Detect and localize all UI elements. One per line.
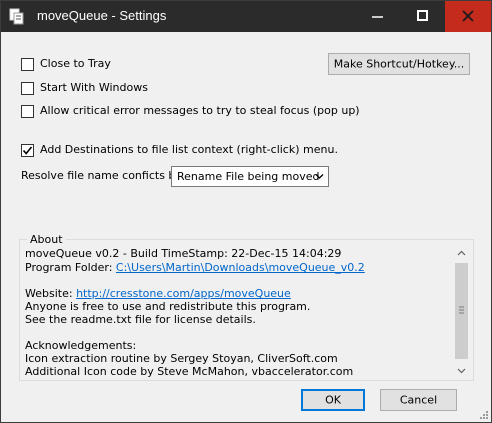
about-textbox[interactable]: moveQueue v0.2 - Build TimeStamp: 22-Dec…: [23, 245, 471, 379]
scroll-up-button[interactable]: [453, 245, 470, 262]
start-with-windows-checkbox[interactable]: [21, 82, 34, 95]
chevron-down-icon: [315, 174, 324, 179]
cancel-label: Cancel: [399, 393, 438, 407]
resize-grip-icon[interactable]: [479, 410, 489, 420]
free-use-line: Anyone is free to use and redistribute t…: [25, 300, 311, 313]
website-label: Website:: [25, 287, 77, 300]
readme-line: See the readme.txt file for license deta…: [25, 313, 256, 326]
grip-icon: [459, 306, 464, 314]
ok-label: OK: [325, 393, 341, 407]
program-folder-line: Program Folder: C:\Users\Martin\Download…: [25, 261, 365, 274]
close-icon: [462, 10, 474, 22]
program-folder-link[interactable]: C:\Users\Martin\Downloads\moveQueue_v0.2: [116, 261, 365, 274]
maximize-icon: [417, 10, 428, 21]
scroll-up-icon: [457, 250, 466, 256]
website-link[interactable]: http://cresstone.com/apps/moveQueue: [76, 287, 291, 300]
acknowledgement-2: Additional Icon code by Steve McMahon, v…: [25, 365, 354, 378]
make-shortcut-button[interactable]: Make Shortcut/Hotkey...: [328, 53, 470, 75]
scroll-thumb[interactable]: [455, 263, 468, 359]
window-title: moveQueue - Settings: [37, 8, 167, 23]
about-scrollbar[interactable]: [453, 245, 470, 379]
app-icon: [9, 8, 24, 25]
acknowledgements-title: Acknowledgements:: [25, 339, 137, 352]
maximize-button[interactable]: [400, 1, 445, 32]
ok-button[interactable]: OK: [301, 389, 365, 411]
resolve-label: Resolve file name conficts by:: [21, 169, 185, 182]
add-destinations-label[interactable]: Add Destinations to file list context (r…: [40, 143, 338, 156]
make-shortcut-label: Make Shortcut/Hotkey...: [333, 57, 465, 71]
close-to-tray-checkbox[interactable]: [21, 58, 34, 71]
title-bar[interactable]: moveQueue - Settings: [1, 1, 491, 32]
settings-window: moveQueue - Settings Close to Tray Make …: [0, 0, 492, 423]
minimize-icon: [372, 16, 383, 18]
close-button[interactable]: [445, 1, 491, 32]
minimize-button[interactable]: [355, 1, 400, 32]
checkmark-icon: [22, 146, 33, 155]
scroll-down-icon: [457, 368, 466, 374]
close-to-tray-label[interactable]: Close to Tray: [40, 57, 111, 70]
resolve-selected-value: Rename File being moved: [177, 170, 320, 183]
scroll-down-button[interactable]: [453, 362, 470, 379]
start-with-windows-label[interactable]: Start With Windows: [40, 81, 148, 94]
acknowledgement-1: Icon extraction routine by Sergey Stoyan…: [25, 352, 338, 365]
resolve-select[interactable]: Rename File being moved: [171, 166, 329, 187]
version-line: moveQueue v0.2 - Build TimeStamp: 22-Dec…: [25, 247, 342, 260]
add-destinations-checkbox[interactable]: [21, 144, 34, 157]
allow-focus-checkbox[interactable]: [21, 105, 34, 118]
allow-focus-label[interactable]: Allow critical error messages to try to …: [40, 104, 360, 117]
program-folder-label: Program Folder:: [25, 261, 116, 274]
cancel-button[interactable]: Cancel: [380, 389, 457, 411]
website-line: Website: http://cresstone.com/apps/moveQ…: [25, 287, 291, 300]
